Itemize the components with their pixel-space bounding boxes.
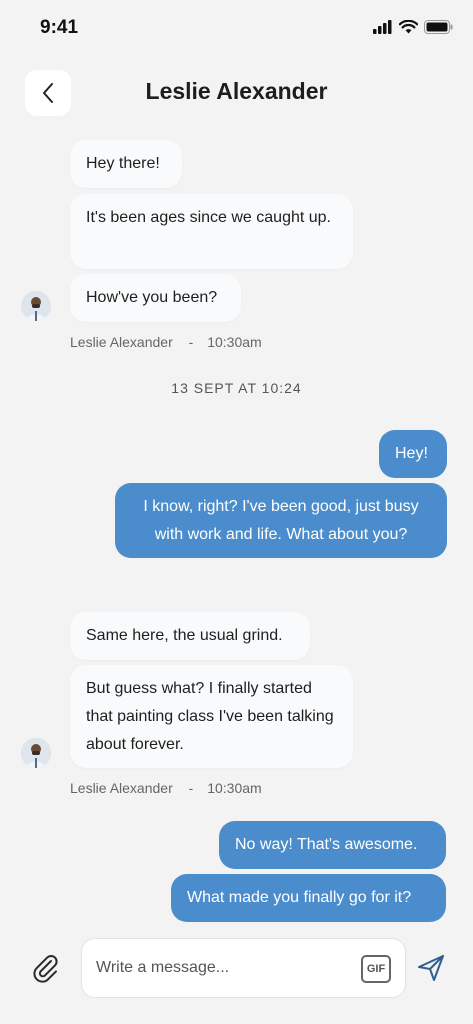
battery-icon [424,20,453,34]
incoming-message[interactable]: How've you been? [70,274,241,322]
contact-name: Leslie Alexander [145,78,328,104]
incoming-message[interactable]: Same here, the usual grind. [70,612,310,660]
status-bar: 9:41 [0,0,473,56]
attach-button[interactable] [30,952,60,984]
avatar[interactable] [21,738,51,768]
message-composer: GIF [0,938,473,1000]
paperclip-icon [33,955,58,983]
outgoing-message[interactable]: Hey! [379,430,447,478]
outgoing-message[interactable]: No way! That's awesome. [219,821,446,869]
message-meta: Leslie Alexander - 10:30am [70,334,262,350]
date-divider: 13 SEPT AT 10:24 [171,380,302,396]
outgoing-message[interactable]: What made you finally go for it? [171,874,446,922]
gif-button[interactable]: GIF [361,955,391,983]
incoming-message[interactable]: Hey there! [70,140,182,188]
status-time: 9:41 [40,17,79,38]
meta-separator: - [188,334,194,350]
message-meta: Leslie Alexander - 10:30am [70,780,262,796]
avatar[interactable] [21,291,51,321]
message-input[interactable] [96,939,346,997]
outgoing-message[interactable]: I know, right? I've been good, just busy… [115,483,447,558]
incoming-message[interactable]: It's been ages since we caught up. [70,194,353,269]
cellular-signal-icon [373,20,392,34]
sender-name: Leslie Alexander [70,334,173,350]
message-input-box[interactable]: GIF [81,938,406,998]
sender-name: Leslie Alexander [70,780,173,796]
chat-header: Leslie Alexander [0,68,473,116]
message-time: 10:30am [207,780,262,796]
meta-separator: - [188,780,194,796]
wifi-icon [399,20,418,34]
incoming-message[interactable]: But guess what? I finally started that p… [70,665,353,768]
message-time: 10:30am [207,334,262,350]
status-icons [373,20,453,34]
send-icon [418,955,444,981]
send-button[interactable] [415,952,447,984]
